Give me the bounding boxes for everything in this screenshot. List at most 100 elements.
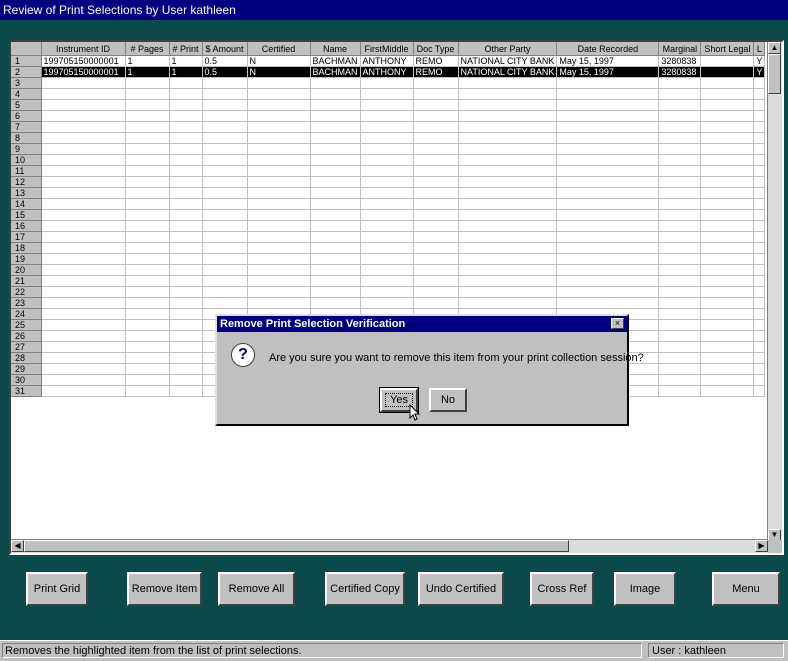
grid-cell[interactable]	[556, 176, 660, 188]
grid-cell[interactable]	[700, 242, 755, 254]
grid-cell[interactable]	[458, 165, 558, 177]
grid-cell[interactable]	[658, 319, 702, 331]
grid-cell[interactable]	[202, 121, 248, 133]
grid-cell[interactable]	[310, 297, 361, 309]
grid-cell[interactable]	[41, 132, 126, 144]
row-header[interactable]: 8	[11, 132, 42, 144]
grid-cell[interactable]	[458, 220, 558, 232]
grid-cell[interactable]	[41, 341, 126, 353]
grid-cell[interactable]	[700, 341, 755, 353]
grid-cell[interactable]	[700, 209, 755, 221]
grid-cell[interactable]	[310, 231, 361, 243]
grid-cell[interactable]	[458, 121, 558, 133]
row-header[interactable]: 21	[11, 275, 42, 287]
grid-cell[interactable]	[753, 209, 766, 221]
grid-cell[interactable]	[360, 176, 414, 188]
grid-cell[interactable]	[310, 275, 361, 287]
grid-cell[interactable]	[360, 143, 414, 155]
grid-cell[interactable]	[202, 220, 248, 232]
grid-cell[interactable]	[458, 198, 558, 210]
grid-cell[interactable]	[413, 187, 459, 199]
grid-cell[interactable]	[458, 132, 558, 144]
grid-cell[interactable]	[125, 297, 170, 309]
grid-cell[interactable]	[556, 253, 660, 265]
grid-cell[interactable]	[360, 253, 414, 265]
grid-cell[interactable]	[202, 110, 248, 122]
row-header[interactable]: 20	[11, 264, 42, 276]
grid-cell[interactable]	[700, 253, 755, 265]
grid-cell[interactable]	[753, 275, 766, 287]
grid-cell[interactable]	[753, 187, 766, 199]
grid-cell[interactable]	[753, 385, 766, 397]
grid-cell[interactable]	[247, 275, 311, 287]
grid-cell[interactable]	[458, 253, 558, 265]
table-row[interactable]: 6	[11, 110, 766, 122]
grid-cell[interactable]: 1	[169, 55, 203, 67]
grid-cell[interactable]	[658, 99, 702, 111]
grid-cell[interactable]	[125, 385, 170, 397]
grid-cell[interactable]	[247, 253, 311, 265]
table-row[interactable]: 7	[11, 121, 766, 133]
grid-cell[interactable]	[413, 297, 459, 309]
table-row[interactable]: 20	[11, 264, 766, 276]
grid-cell[interactable]	[310, 77, 361, 89]
column-header[interactable]: Instrument ID	[41, 42, 126, 56]
grid-cell[interactable]	[658, 297, 702, 309]
grid-cell[interactable]: Y	[753, 66, 766, 78]
scroll-up-icon[interactable]: ▲	[768, 42, 781, 54]
grid-cell[interactable]	[125, 242, 170, 254]
grid-cell[interactable]	[202, 88, 248, 100]
column-header[interactable]: $ Amount	[202, 42, 248, 56]
grid-cell[interactable]	[202, 165, 248, 177]
table-row[interactable]: 11	[11, 165, 766, 177]
grid-cell[interactable]	[700, 165, 755, 177]
grid-cell[interactable]	[458, 187, 558, 199]
grid-cell[interactable]	[247, 165, 311, 177]
remove-all-button[interactable]: Remove All	[218, 572, 295, 606]
print-grid-button[interactable]: Print Grid	[26, 572, 88, 606]
grid-cell[interactable]	[125, 264, 170, 276]
row-header[interactable]: 3	[11, 77, 42, 89]
grid-cell[interactable]	[360, 99, 414, 111]
grid-cell[interactable]	[247, 242, 311, 254]
grid-cell[interactable]	[360, 242, 414, 254]
grid-cell[interactable]	[247, 198, 311, 210]
grid-cell[interactable]	[247, 121, 311, 133]
grid-cell[interactable]	[556, 110, 660, 122]
grid-cell[interactable]	[125, 88, 170, 100]
grid-cell[interactable]	[658, 220, 702, 232]
grid-cell[interactable]	[700, 374, 755, 386]
grid-cell[interactable]	[700, 132, 755, 144]
grid-cell[interactable]	[310, 286, 361, 298]
grid-cell[interactable]	[247, 209, 311, 221]
grid-cell[interactable]	[700, 154, 755, 166]
grid-cell[interactable]: REMO	[413, 66, 459, 78]
grid-cell[interactable]	[202, 99, 248, 111]
grid-cell[interactable]	[310, 88, 361, 100]
grid-cell[interactable]	[202, 231, 248, 243]
grid-cell[interactable]	[413, 121, 459, 133]
column-header[interactable]: # Pages	[125, 42, 170, 56]
grid-cell[interactable]	[202, 154, 248, 166]
row-header[interactable]: 31	[11, 385, 42, 397]
grid-cell[interactable]	[125, 187, 170, 199]
grid-cell[interactable]	[41, 242, 126, 254]
grid-cell[interactable]	[41, 77, 126, 89]
grid-cell[interactable]	[658, 121, 702, 133]
grid-cell[interactable]	[556, 88, 660, 100]
grid-cell[interactable]	[310, 110, 361, 122]
grid-cell[interactable]	[658, 286, 702, 298]
grid-cell[interactable]	[169, 143, 203, 155]
grid-cell[interactable]	[310, 121, 361, 133]
row-header[interactable]: 24	[11, 308, 42, 320]
grid-cell[interactable]	[700, 330, 755, 342]
grid-cell[interactable]	[700, 143, 755, 155]
grid-cell[interactable]	[753, 88, 766, 100]
grid-cell[interactable]	[413, 209, 459, 221]
column-header[interactable]: Other Party	[458, 42, 558, 56]
grid-cell[interactable]	[169, 363, 203, 375]
grid-cell[interactable]	[458, 275, 558, 287]
row-header[interactable]: 7	[11, 121, 42, 133]
grid-cell[interactable]	[247, 187, 311, 199]
grid-cell[interactable]	[41, 154, 126, 166]
